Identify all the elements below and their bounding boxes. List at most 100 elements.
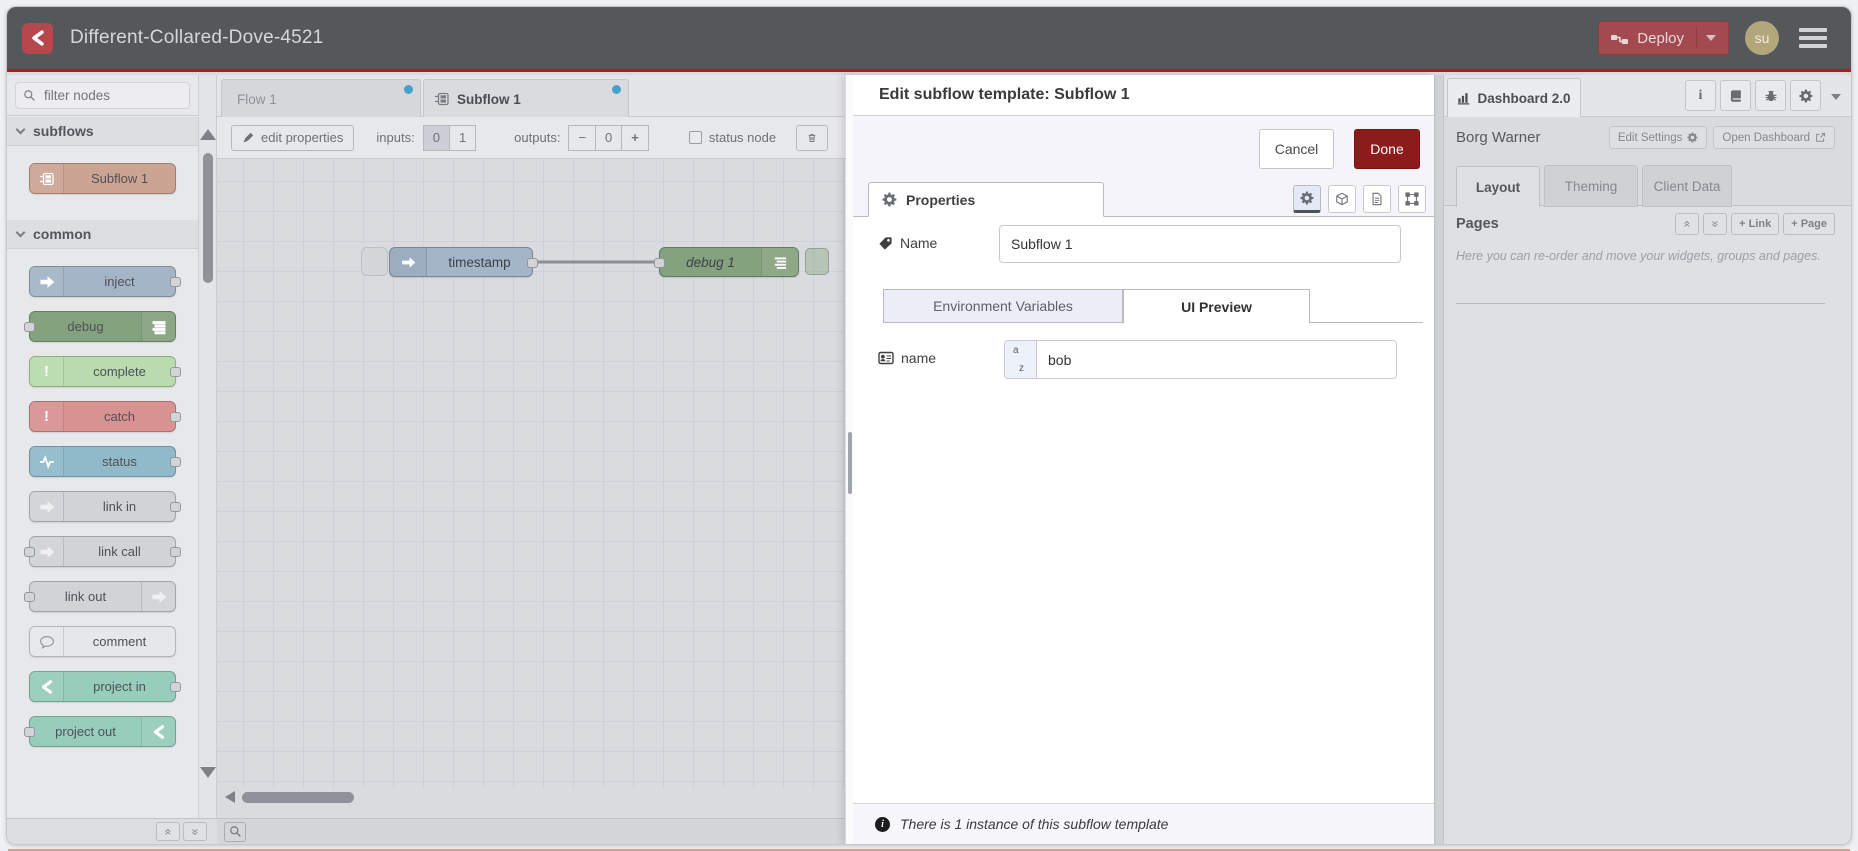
node-debug-1[interactable]: debug 1: [654, 247, 799, 277]
palette-node-complete[interactable]: ! complete: [29, 356, 181, 387]
tab-ui-preview[interactable]: UI Preview: [1123, 289, 1310, 324]
palette-node-label: catch: [103, 409, 136, 424]
palette-node-label: comment: [92, 634, 147, 649]
tab-label: Environment Variables: [933, 298, 1073, 314]
input-port: [24, 592, 35, 602]
right-sidebar: Dashboard 2.0 i Borg Warner Edit Setting…: [1444, 75, 1851, 844]
palette-search-box[interactable]: [15, 82, 190, 109]
document-icon: [1370, 192, 1384, 206]
config-tab-button[interactable]: [1790, 80, 1821, 111]
tab-environment-variables[interactable]: Environment Variables: [883, 289, 1123, 323]
palette-scrollbar-thumb[interactable]: [203, 153, 213, 283]
output-port[interactable]: [527, 258, 538, 268]
subflow-name-input-wrap: [999, 225, 1401, 263]
palette-category-common[interactable]: common: [7, 220, 198, 249]
tab-dashboard-2[interactable]: Dashboard 2.0: [1447, 77, 1581, 118]
palette-filter-input[interactable]: [42, 87, 162, 104]
dashboard-name: Borg Warner: [1456, 129, 1541, 146]
done-button[interactable]: Done: [1354, 129, 1420, 169]
debug-tab-button[interactable]: [1755, 80, 1786, 111]
sidebar-resize-separator[interactable]: [1434, 75, 1444, 844]
palette-collapse-all-button[interactable]: «: [156, 822, 180, 841]
scroll-down-icon[interactable]: [200, 767, 216, 778]
palette-node-project-out[interactable]: project out: [24, 716, 176, 747]
zoom-button[interactable]: [224, 821, 246, 842]
module-properties-button[interactable]: [1328, 185, 1356, 213]
type-select-button[interactable]: az: [1005, 341, 1037, 378]
inputs-option-0[interactable]: 0: [422, 124, 450, 151]
palette-node-status[interactable]: status: [29, 446, 181, 477]
edit-properties-button[interactable]: edit properties: [231, 124, 355, 151]
inject-icon: [390, 248, 427, 276]
user-avatar[interactable]: su: [1745, 21, 1779, 55]
palette-node-project-in[interactable]: project in: [29, 671, 181, 702]
sidebar-menu-button[interactable]: [1831, 87, 1841, 105]
palette-node-label: debug: [67, 319, 104, 334]
env-value-input[interactable]: [1037, 341, 1396, 378]
palette-category-subflows[interactable]: subflows: [7, 117, 198, 146]
palette-node-subflow-1[interactable]: Subflow 1: [29, 163, 176, 194]
tab-subflow-1[interactable]: Subflow 1: [423, 79, 629, 118]
dialog-view-icons: [1293, 185, 1426, 213]
deploy-caret-icon[interactable]: [1706, 35, 1716, 41]
subflow-icon: [39, 171, 55, 187]
add-link-button[interactable]: + Link: [1731, 213, 1780, 235]
node-timestamp[interactable]: timestamp: [389, 247, 538, 277]
properties-view-button[interactable]: [1293, 185, 1321, 213]
tab-flow-1[interactable]: Flow 1: [221, 79, 421, 118]
outputs-decrease-button[interactable]: −: [568, 124, 597, 151]
debug-enable-toggle[interactable]: [805, 248, 829, 275]
deploy-button[interactable]: Deploy: [1598, 21, 1729, 55]
palette-node-debug[interactable]: debug: [24, 311, 176, 342]
tray-resize-handle[interactable]: [848, 432, 852, 494]
add-page-button[interactable]: + Page: [1783, 213, 1835, 235]
open-dashboard-button[interactable]: Open Dashboard: [1713, 126, 1835, 149]
palette-node-comment[interactable]: comment: [29, 626, 176, 657]
tag-icon: [878, 236, 893, 251]
outputs-label: outputs:: [514, 130, 561, 145]
link-arrow-icon: [39, 499, 55, 515]
palette-node-link-in[interactable]: link in: [29, 491, 181, 522]
appearance-button[interactable]: [1398, 185, 1426, 213]
delete-subflow-button[interactable]: [796, 124, 829, 151]
gear-icon: [1687, 132, 1698, 143]
tab-theming[interactable]: Theming: [1544, 165, 1638, 207]
tab-client-data[interactable]: Client Data: [1642, 165, 1732, 207]
horizontal-scrollbar-thumb[interactable]: [242, 792, 354, 803]
node-red-logo-icon: [39, 679, 55, 695]
info-tab-button[interactable]: i: [1685, 80, 1716, 111]
palette-node-catch[interactable]: ! catch: [29, 401, 181, 432]
main-menu-button[interactable]: [1795, 24, 1831, 52]
subflow-input-ghost: [361, 247, 388, 276]
node-red-window: Different-Collared-Dove-4521 Deploy su s…: [6, 6, 1852, 845]
scroll-left-icon[interactable]: [225, 791, 235, 803]
palette-node-label: project in: [93, 679, 146, 694]
subflows-list: Subflow 1: [7, 146, 198, 220]
palette-expand-all-button[interactable]: »: [183, 822, 207, 841]
palette-node-link-call[interactable]: link call: [24, 536, 181, 567]
subflow-name-input[interactable]: [1000, 226, 1400, 262]
tab-label: Flow 1: [237, 91, 277, 107]
tab-layout[interactable]: Layout: [1456, 166, 1540, 207]
inputs-option-1[interactable]: 1: [449, 124, 477, 151]
comment-bubble-icon: [39, 634, 55, 650]
palette-scrollbar[interactable]: [199, 75, 217, 818]
cancel-button[interactable]: Cancel: [1259, 129, 1334, 169]
palette-node-link-out[interactable]: link out: [24, 581, 176, 612]
dialog-form: Name Environment Variables UI Preview na…: [853, 217, 1434, 803]
scroll-up-icon[interactable]: [200, 129, 216, 140]
move-up-button[interactable]: «: [1675, 213, 1700, 235]
search-icon: [23, 89, 36, 102]
edit-settings-button[interactable]: Edit Settings: [1608, 126, 1708, 149]
outputs-increase-button[interactable]: +: [622, 124, 649, 151]
move-down-button[interactable]: »: [1703, 213, 1728, 235]
status-node-checkbox[interactable]: [688, 131, 702, 144]
tab-properties[interactable]: Properties: [868, 182, 1104, 217]
description-button[interactable]: [1363, 185, 1391, 213]
external-link-icon: [1815, 132, 1826, 143]
input-port[interactable]: [654, 258, 665, 268]
palette-node-inject[interactable]: inject: [29, 266, 181, 297]
help-tab-button[interactable]: [1720, 80, 1751, 111]
frame-icon: [1405, 192, 1419, 206]
workspace-title: Different-Collared-Dove-4521: [70, 27, 324, 48]
